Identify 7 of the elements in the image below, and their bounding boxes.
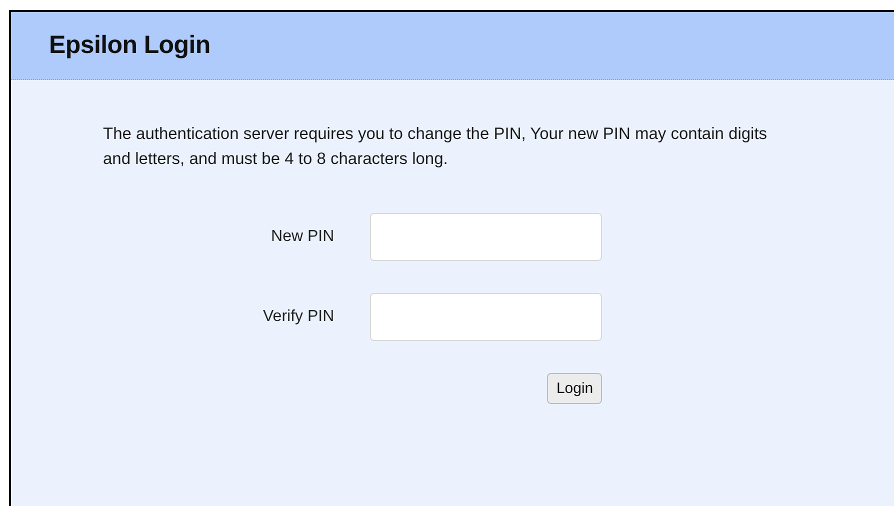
page-title: Epsilon Login — [49, 31, 210, 60]
pin-field[interactable] — [370, 213, 602, 261]
field-label: New PIN — [271, 228, 334, 246]
field-label: Verify PIN — [263, 308, 334, 326]
pin-field[interactable] — [370, 293, 602, 341]
instruction-text: The authentication server requires you to change the PIN, Your new PIN may contain digits and letters, and must be 4 to 8 characters long. — [103, 124, 768, 170]
login-button[interactable]: Login — [547, 373, 602, 404]
